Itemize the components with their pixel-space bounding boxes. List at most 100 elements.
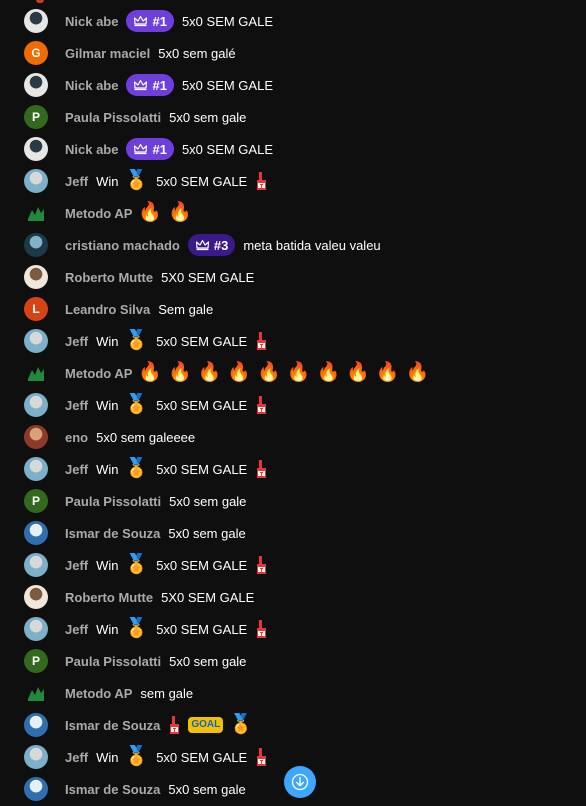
author-name[interactable]: Metodo AP [65, 366, 132, 381]
message-line: Jeff Win 🏅 5x0 SEM GALE [65, 389, 269, 421]
message-line: Nick abe #1 5x0 SEM GALE [65, 5, 273, 37]
chat-message[interactable]: P Paula Pissolatti 5x0 sem gale [0, 101, 586, 133]
chat-message[interactable]: Nick abe #1 5x0 SEM GALE [0, 133, 586, 165]
chat-message[interactable]: Ismar de Souza 5x0 sem gale [0, 517, 586, 549]
author-name[interactable]: Jeff [65, 462, 88, 477]
author-name[interactable]: Ismar de Souza [65, 718, 160, 733]
message-line: Leandro Silva Sem gale [65, 293, 213, 325]
medal-emoji-icon: 🏅 [124, 618, 149, 639]
avatar-letter: P [31, 654, 40, 668]
medal-emoji-icon: 🏅 [229, 714, 253, 735]
chat-message[interactable]: Jeff Win 🏅 5x0 SEM GALE [0, 389, 586, 421]
avatar[interactable]: P [24, 649, 48, 673]
message-text: 5x0 sem gale [168, 781, 246, 797]
author-name[interactable]: Nick abe [65, 142, 118, 157]
avatar[interactable] [24, 457, 48, 481]
message-text-after: 5x0 SEM GALE [156, 333, 248, 349]
author-name[interactable]: Ismar de Souza [65, 782, 160, 797]
avatar[interactable] [24, 169, 48, 193]
chat-message[interactable]: Roberto Mutte 5X0 SEM GALE [0, 581, 586, 613]
author-name[interactable]: Jeff [65, 558, 88, 573]
author-name[interactable]: Metodo AP [65, 206, 132, 221]
avatar[interactable] [24, 73, 48, 97]
avatar[interactable]: L [24, 297, 48, 321]
avatar[interactable] [24, 681, 48, 705]
author-name[interactable]: cristiano machado [65, 238, 180, 253]
chat-message[interactable]: eno 5x0 sem galeeee [0, 421, 586, 453]
chat-message[interactable]: Nick abe #1 5x0 SEM GALE [0, 69, 586, 101]
chat-message[interactable]: L Leandro Silva Sem gale [0, 293, 586, 325]
message-text: Win [96, 557, 119, 573]
author-name[interactable]: Jeff [65, 622, 88, 637]
avatar[interactable] [24, 745, 48, 769]
author-name[interactable]: Nick abe [65, 78, 118, 93]
chat-message[interactable]: P Paula Pissolatti 5x0 sem gale [0, 645, 586, 677]
message-text-after: 5x0 SEM GALE [156, 461, 248, 477]
message-line: Jeff Win 🏅 5x0 SEM GALE [65, 613, 269, 645]
author-name[interactable]: Jeff [65, 174, 88, 189]
message-text-after: 5x0 SEM GALE [156, 749, 248, 765]
chat-message[interactable]: Jeff Win 🏅 5x0 SEM GALE [0, 325, 586, 357]
chat-message[interactable]: Metodo AP 🔥 🔥 🔥 🔥 🔥 🔥 🔥 🔥 🔥 🔥 [0, 357, 586, 389]
scroll-to-bottom-button[interactable] [284, 766, 316, 798]
chat-message[interactable]: Jeff Win 🏅 5x0 SEM GALE [0, 549, 586, 581]
avatar[interactable] [24, 617, 48, 641]
fire-emoji-icon: 🔥 [316, 362, 341, 383]
message-text: Win [96, 333, 119, 349]
chat-message[interactable]: Jeff Win 🏅 5x0 SEM GALE [0, 613, 586, 645]
author-name[interactable]: Roberto Mutte [65, 270, 153, 285]
metodo-ap-logo-icon [28, 687, 44, 701]
foam-finger-icon [170, 716, 180, 734]
avatar[interactable] [24, 425, 48, 449]
author-name[interactable]: Paula Pissolatti [65, 654, 161, 669]
fire-emoji-icon: 🔥 [257, 362, 281, 383]
chat-message[interactable]: Metodo AP 🔥 🔥 [0, 197, 586, 229]
author-name[interactable]: Jeff [65, 398, 88, 413]
fire-emoji-icon: 🔥 [405, 362, 430, 383]
author-name[interactable]: Nick abe [65, 14, 118, 29]
avatar[interactable] [24, 393, 48, 417]
avatar[interactable] [24, 777, 48, 801]
author-name[interactable]: Roberto Mutte [65, 590, 153, 605]
chat-message[interactable]: Jeff Win 🏅 5x0 SEM GALE [0, 453, 586, 485]
avatar[interactable] [24, 329, 48, 353]
avatar[interactable] [24, 713, 48, 737]
chat-message[interactable]: cristiano machado #3 meta batida valeu val… [0, 229, 586, 261]
message-text: Win [96, 397, 119, 413]
avatar[interactable] [24, 137, 48, 161]
avatar[interactable]: P [24, 489, 48, 513]
author-name[interactable]: Jeff [65, 750, 88, 765]
avatar[interactable] [24, 201, 48, 225]
chat-message[interactable]: Roberto Mutte 5X0 SEM GALE [0, 261, 586, 293]
author-name[interactable]: Paula Pissolatti [65, 494, 161, 509]
chat-message[interactable]: Ismar de Souza GOAL 🏅 [0, 709, 586, 741]
avatar[interactable] [24, 361, 48, 385]
chat-message[interactable]: Nick abe #1 5x0 SEM GALE [0, 5, 586, 37]
avatar[interactable] [24, 233, 48, 257]
author-name[interactable]: Paula Pissolatti [65, 110, 161, 125]
foam-finger-icon [257, 172, 267, 190]
message-line: Jeff Win 🏅 5x0 SEM GALE [65, 165, 269, 197]
avatar[interactable] [24, 265, 48, 289]
chat-message[interactable]: G Gilmar maciel 5x0 sem galé [0, 37, 586, 69]
author-name[interactable]: Metodo AP [65, 686, 132, 701]
foam-finger-icon [257, 332, 267, 350]
chat-message[interactable]: P Paula Pissolatti 5x0 sem gale [0, 485, 586, 517]
author-name[interactable]: Ismar de Souza [65, 526, 160, 541]
avatar[interactable] [24, 585, 48, 609]
avatar[interactable] [24, 553, 48, 577]
fire-emoji-icon: 🔥 [346, 362, 370, 383]
author-name[interactable]: Leandro Silva [65, 302, 150, 317]
author-name[interactable]: eno [65, 430, 88, 445]
crown-icon [134, 143, 148, 155]
message-line: Roberto Mutte 5X0 SEM GALE [65, 261, 254, 293]
chat-message[interactable]: Jeff Win 🏅 5x0 SEM GALE [0, 165, 586, 197]
avatar[interactable] [24, 9, 48, 33]
chat-message[interactable]: Metodo AP sem gale [0, 677, 586, 709]
avatar[interactable]: G [24, 41, 48, 65]
author-name[interactable]: Jeff [65, 334, 88, 349]
avatar[interactable]: P [24, 105, 48, 129]
avatar[interactable] [24, 521, 48, 545]
author-name[interactable]: Gilmar maciel [65, 46, 150, 61]
message-line: Jeff Win 🏅 5x0 SEM GALE [65, 741, 269, 773]
